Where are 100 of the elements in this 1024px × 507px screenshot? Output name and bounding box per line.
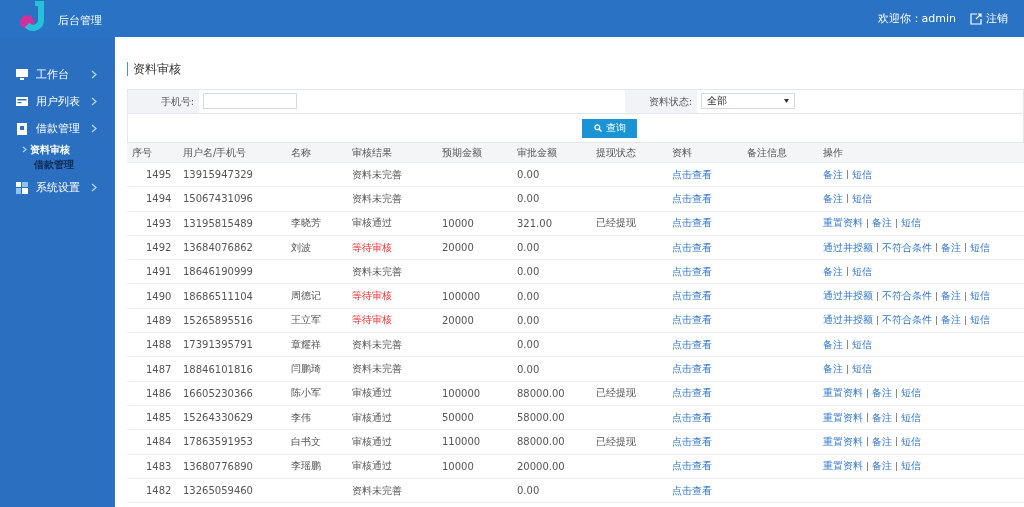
action-link[interactable]: 不符合条件 (878, 313, 936, 328)
action-link[interactable]: 重置资料 (823, 434, 867, 449)
page-title: 资料审核 (127, 62, 181, 76)
action-link[interactable]: 短信 (966, 289, 994, 304)
table-cell-text: 资料未完善 (351, 337, 403, 352)
table-cell-text: 李瑶鹏 (290, 459, 322, 474)
view-link[interactable]: 点击查看 (672, 411, 712, 423)
view-link[interactable]: 点击查看 (672, 168, 712, 180)
table-cell-text: 18686511104 (182, 290, 254, 302)
view-link[interactable]: 点击查看 (672, 484, 712, 496)
table-cell-text: 20000 (441, 242, 475, 254)
action-link[interactable]: 备注 (937, 313, 965, 328)
table-cell-text: 321.00 (516, 217, 553, 229)
action-link[interactable]: 短信 (897, 216, 925, 231)
table-cell-text: 13915947329 (182, 169, 254, 181)
view-link[interactable]: 点击查看 (672, 192, 712, 204)
action-link[interactable]: 备注 (868, 216, 896, 231)
caret-icon (784, 99, 789, 103)
sidebar-item[interactable]: 用户列表 (0, 88, 115, 115)
action-link[interactable]: 不符合条件 (878, 240, 936, 255)
action-link[interactable]: 通过并授额 (823, 289, 877, 304)
view-link[interactable]: 点击查看 (672, 241, 712, 253)
search-button[interactable]: 查询 (582, 118, 637, 138)
view-link[interactable]: 点击查看 (672, 363, 712, 374)
table-cell-text: 100000 (441, 290, 482, 302)
submenu-item[interactable]: 借款管理 (0, 157, 115, 172)
view-link[interactable]: 点击查看 (672, 290, 712, 302)
action-link[interactable]: 备注 (937, 240, 965, 255)
action-link[interactable]: 短信 (966, 240, 994, 255)
table-cell-text: 15067431096 (182, 193, 254, 205)
action-link[interactable]: 短信 (848, 264, 876, 279)
table-cell-text: 17863591953 (182, 436, 254, 448)
table-cell-text: 1492 (145, 242, 173, 254)
action-link[interactable]: 短信 (848, 362, 876, 376)
table-cell-text: 18646190999 (182, 266, 254, 278)
table-cell-text: 审核通过 (351, 434, 393, 449)
action-link[interactable]: 备注 (823, 264, 847, 279)
action-link[interactable]: 短信 (966, 313, 994, 328)
table-cell-text: 0.00 (516, 193, 541, 205)
action-link[interactable]: 短信 (897, 459, 925, 474)
table-cell-text: 13684076862 (182, 242, 254, 254)
action-link[interactable]: 备注 (868, 434, 896, 449)
table-cell-text: 0.00 (516, 363, 541, 375)
action-link[interactable]: 短信 (897, 386, 925, 401)
action-link[interactable]: 备注 (868, 459, 896, 474)
action-link[interactable]: 备注 (868, 410, 896, 425)
table-cell-text: 0.00 (516, 314, 541, 326)
table-cell-text: 58000.00 (516, 412, 566, 424)
table-cell-text: 审核通过 (351, 459, 393, 474)
action-link[interactable]: 重置资料 (823, 386, 867, 401)
action-link[interactable]: 备注 (868, 386, 896, 401)
sidebar-item[interactable]: 工作台 (0, 61, 115, 88)
action-link[interactable]: 短信 (897, 434, 925, 449)
table-cell-text: 0.00 (516, 266, 541, 278)
action-link[interactable]: 备注 (823, 362, 847, 376)
table-cell-text: 1488 (145, 339, 173, 351)
view-link[interactable]: 点击查看 (672, 338, 712, 350)
table-cell-text: 章耀祥 (290, 337, 322, 352)
view-link[interactable]: 点击查看 (672, 265, 712, 277)
action-link[interactable]: 备注 (823, 191, 847, 206)
action-link[interactable]: 备注 (823, 167, 847, 182)
action-link[interactable]: 备注 (937, 289, 965, 304)
view-link[interactable]: 点击查看 (672, 435, 712, 447)
table-cell-text: 李伟 (290, 410, 312, 425)
column-header: 备注信息 (746, 145, 788, 160)
table-cell-text: 1487 (145, 363, 173, 375)
action-link[interactable]: 重置资料 (823, 459, 867, 474)
action-link[interactable]: 备注 (823, 337, 847, 352)
action-link[interactable]: 重置资料 (823, 216, 867, 231)
view-link[interactable]: 点击查看 (672, 217, 712, 229)
sidebar-item[interactable]: 借款管理 (0, 115, 115, 142)
table-cell-text: 资料未完善 (351, 191, 403, 206)
table-cell-text: 白书文 (290, 434, 322, 449)
status-select[interactable]: 全部 (701, 93, 795, 109)
status-label: 资料状态: (625, 90, 697, 113)
column-header: 资料 (671, 145, 693, 160)
action-link[interactable]: 不符合条件 (878, 289, 936, 304)
submenu-item[interactable]: 资料审核 (0, 142, 115, 157)
view-link[interactable]: 点击查看 (672, 387, 712, 399)
action-link[interactable]: 短信 (848, 191, 876, 206)
view-link[interactable]: 点击查看 (672, 460, 712, 472)
sidebar-item[interactable]: 系统设置 (0, 174, 115, 201)
table-cell-text: 13265059460 (182, 485, 254, 496)
table-cell-text: 15265895516 (182, 314, 254, 326)
column-header: 用户名/手机号 (182, 145, 248, 160)
table-cell-text: 0.00 (516, 169, 541, 181)
action-link[interactable]: 短信 (848, 337, 876, 352)
table-cell-text: 0.00 (516, 339, 541, 351)
action-link[interactable]: 短信 (848, 167, 876, 182)
action-link[interactable]: 短信 (897, 410, 925, 425)
table-cell-text: 10000 (441, 460, 475, 472)
table-cell-text: 已经提现 (595, 434, 637, 449)
action-link[interactable]: 重置资料 (823, 410, 867, 425)
action-link[interactable]: 通过并授额 (823, 240, 877, 255)
phone-input-field[interactable] (203, 93, 297, 109)
view-link[interactable]: 点击查看 (672, 314, 712, 326)
action-link[interactable]: 通过并授额 (823, 313, 877, 328)
chevron-icon (91, 183, 97, 192)
tiles-icon (15, 180, 29, 195)
logout-button[interactable]: 注销 (970, 11, 1008, 26)
